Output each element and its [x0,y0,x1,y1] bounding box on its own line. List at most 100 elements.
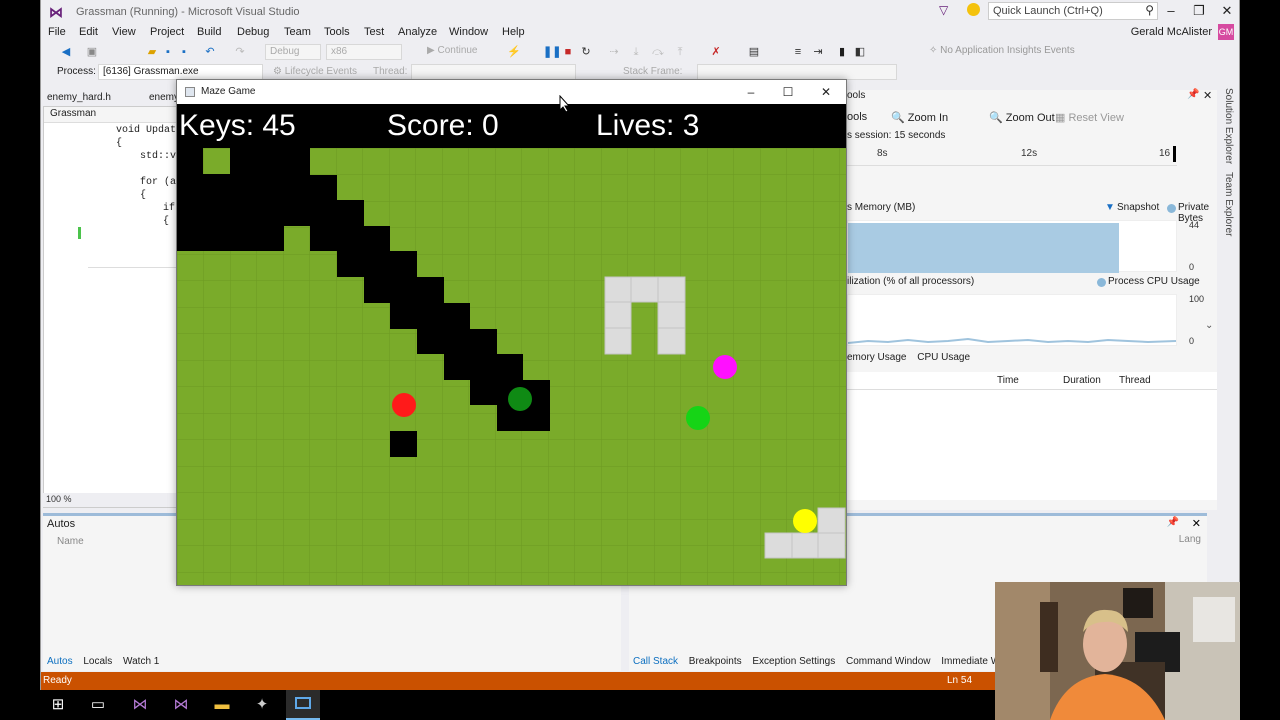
memory-chart[interactable] [847,220,1177,273]
code-line: void Update [116,125,183,136]
tab-exception-settings[interactable]: Exception Settings [752,656,835,667]
menu-tools[interactable]: Tools [324,26,350,38]
open-folder-icon[interactable]: ▰ [145,45,159,59]
indent-icon[interactable]: ⇥ [811,45,825,59]
stack-frame-dropdown[interactable] [697,64,897,80]
tab-memory-usage[interactable]: emory Usage [847,352,906,363]
select-tools-label[interactable]: ools [847,111,867,123]
column-thread[interactable]: Thread [1119,375,1151,386]
app-icon[interactable]: ✦ [252,696,272,714]
maze-board[interactable] [177,148,846,585]
vs-standard-toolbar: ◀ ▣ ▰ ▪ ▪ ↶ ↷ Debug x86 ▶ Continue ⚡ ❚❚ … [41,42,1239,62]
bookmark-prev-icon[interactable]: ◧ [853,45,867,59]
search-icon[interactable]: ⚲ [1145,3,1154,17]
language-column[interactable]: Lang [1179,534,1201,545]
editor-zoom[interactable]: 100 % [43,493,179,507]
pause-icon[interactable]: ❚❚ [543,45,561,59]
maximize-icon[interactable]: ☐ [776,83,800,101]
restart-icon[interactable]: ↻ [579,45,593,59]
maze-game-task[interactable] [286,690,320,720]
stop-icon[interactable]: ■ [561,45,575,59]
tab-enemy[interactable]: enemy [149,92,179,103]
close-icon[interactable]: ✕ [814,83,838,101]
close-icon[interactable]: ✕ [1203,89,1212,102]
feedback-smile-icon[interactable] [967,3,980,16]
platform-dropdown[interactable]: x86 [326,44,402,60]
column-time[interactable]: Time [997,375,1019,386]
exception-icon[interactable]: ✗ [709,45,723,59]
thread-dropdown[interactable] [411,64,576,80]
quick-launch-input[interactable]: Quick Launch (Ctrl+Q) ⚲ [988,2,1158,20]
show-next-statement-icon[interactable]: ⇢ [607,45,621,59]
align-icon[interactable]: ≡ [791,45,805,59]
tab-immediate-window[interactable]: Immediate Wi [941,656,1002,667]
close-icon[interactable]: ✕ [1192,517,1201,530]
autos-name-column[interactable]: Name [57,536,84,547]
menu-edit[interactable]: Edit [79,26,98,38]
save-all-icon[interactable]: ▪ [177,45,191,59]
pin-icon[interactable]: 📌 [1187,89,1199,100]
insights-button[interactable]: ✧ No Application Insights Events [929,45,1075,56]
bookmark-icon[interactable]: ▮ [835,45,849,59]
visual-studio-icon[interactable]: ⋈ [171,696,191,714]
team-explorer-tab[interactable]: Team Explorer [1223,172,1234,236]
menu-help[interactable]: Help [502,26,525,38]
windows-start-icon[interactable]: ⊞ [48,696,68,714]
avatar[interactable]: GM [1218,24,1234,40]
timeline-ruler[interactable]: 8s 12s 16 [847,146,1177,166]
menu-file[interactable]: File [48,26,66,38]
menu-build[interactable]: Build [197,26,221,38]
minimize-icon[interactable]: – [739,83,763,101]
continue-button[interactable]: ▶ Continue [427,45,478,56]
menu-window[interactable]: Window [449,26,488,38]
menu-view[interactable]: View [112,26,136,38]
chevron-down-icon[interactable]: ⌄ [1205,320,1213,331]
visual-studio-icon[interactable]: ⋈ [130,696,150,714]
reset-view-button[interactable]: ▦ Reset View [1055,111,1124,124]
solution-explorer-tab[interactable]: Solution Explorer [1223,88,1234,164]
lifecycle-events-button[interactable]: ⚙ Lifecycle Events [273,66,357,77]
menu-analyze[interactable]: Analyze [398,26,437,38]
cpu-chart[interactable] [847,294,1177,346]
tab-enemy-hard[interactable]: enemy_hard.h [47,92,111,103]
menu-test[interactable]: Test [364,26,384,38]
attach-icon[interactable]: ⚡ [507,45,521,59]
tab-command-window[interactable]: Command Window [846,656,930,667]
back-icon[interactable]: ◀ [59,45,73,59]
tab-autos[interactable]: Autos [47,656,73,667]
maze-titlebar[interactable]: Maze Game – ☐ ✕ [177,80,846,104]
menu-team[interactable]: Team [284,26,311,38]
tab-watch-1[interactable]: Watch 1 [123,656,159,667]
events-grid[interactable] [847,390,1217,500]
config-dropdown[interactable]: Debug [265,44,321,60]
step-out-icon[interactable]: ⤒ [673,45,687,59]
minimize-icon[interactable]: – [1161,3,1181,19]
code-editor[interactable]: Grassman void Update { std::ve for (au {… [43,106,183,508]
task-view-icon[interactable]: ▭ [88,696,108,714]
save-icon[interactable]: ▪ [161,45,175,59]
menu-project[interactable]: Project [150,26,184,38]
code-nav-bar[interactable]: Grassman [44,107,178,123]
vs-titlebar[interactable]: ⋈ Grassman (Running) - Microsoft Visual … [41,0,1239,24]
filter-icon[interactable]: ▽ [939,3,948,17]
process-dropdown[interactable]: [6136] Grassman.exe [98,64,263,80]
tab-cpu-usage[interactable]: CPU Usage [917,352,970,363]
step-into-icon[interactable]: ⤓ [629,45,643,59]
column-duration[interactable]: Duration [1063,375,1101,386]
step-over-icon[interactable]: ⤼ [651,45,665,59]
file-explorer-icon[interactable]: ▬ [212,696,232,714]
pin-icon[interactable]: 📌 [1167,517,1179,528]
tab-breakpoints[interactable]: Breakpoints [689,656,742,667]
tab-call-stack[interactable]: Call Stack [633,656,678,667]
undo-icon[interactable]: ↶ [203,45,217,59]
breakpoint-window-icon[interactable]: ▤ [747,45,761,59]
zoom-in-button[interactable]: 🔍 Zoom In [891,111,948,124]
tab-locals[interactable]: Locals [83,656,112,667]
new-project-icon[interactable]: ▣ [85,45,99,59]
close-icon[interactable]: ✕ [1217,3,1237,19]
redo-icon[interactable]: ↷ [233,45,247,59]
zoom-out-button[interactable]: 🔍 Zoom Out [989,111,1055,124]
maximize-icon[interactable]: ❐ [1189,3,1209,19]
user-name[interactable]: Gerald McAlister [1131,26,1212,38]
menu-debug[interactable]: Debug [237,26,269,38]
